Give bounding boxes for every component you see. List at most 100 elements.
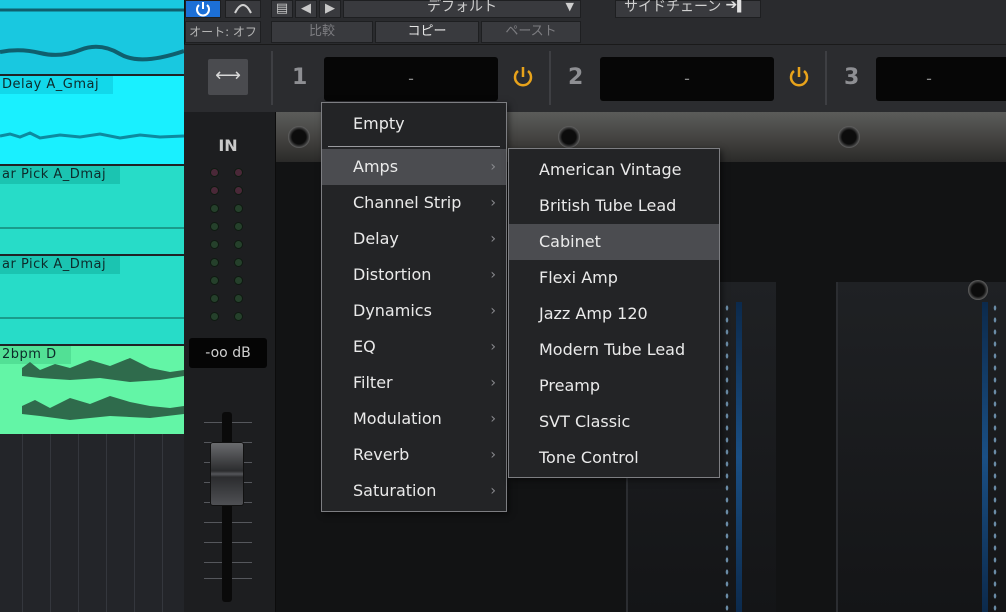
meter-led: [234, 294, 243, 303]
submenu-item-preamp[interactable]: Preamp: [509, 368, 719, 404]
routing-button[interactable]: [225, 0, 261, 18]
input-label: IN: [218, 136, 238, 155]
slot-2-power-icon[interactable]: [786, 64, 812, 90]
menu-item-channel-strip[interactable]: Channel Strip ›: [322, 185, 506, 221]
meter-led: [234, 276, 243, 285]
audio-clip-delay[interactable]: Delay A_Gmaj: [0, 76, 184, 164]
menu-item-label: Filter: [353, 373, 393, 392]
plugin-toolbar: オート: オフ ▤ ◀ ▶ デフォルト ▼ 比較 コピー ペースト サイドチェー…: [184, 0, 1006, 44]
rack-dots: [724, 302, 730, 612]
chevron-right-icon: ›: [490, 447, 496, 463]
slot-2-selector[interactable]: -: [600, 57, 774, 101]
slot-number: 3: [844, 65, 860, 90]
effect-category-menu: Empty Amps › Channel Strip › Delay › Dis…: [321, 102, 507, 512]
input-fader-track[interactable]: [222, 412, 232, 602]
waveform: [0, 317, 184, 319]
audio-clip-top[interactable]: [0, 0, 184, 74]
track-lanes: Delay A_Gmaj ar Pick A_Dmaj ar Pick A_Dm…: [0, 0, 184, 612]
waveform: [22, 358, 184, 420]
triangle-right-icon: ▶: [325, 1, 335, 16]
menu-item-empty[interactable]: Empty: [322, 106, 506, 142]
submenu-item-flexi-amp[interactable]: Flexi Amp: [509, 260, 719, 296]
screw: [288, 126, 310, 148]
menu-item-delay[interactable]: Delay ›: [322, 221, 506, 257]
menu-item-filter[interactable]: Filter ›: [322, 365, 506, 401]
automation-toggle[interactable]: オート: オフ: [185, 21, 261, 43]
menu-separator: [328, 146, 500, 147]
chevron-right-icon: ›: [490, 159, 496, 175]
menu-item-label: Amps: [353, 157, 399, 176]
expand-button[interactable]: ⟷: [208, 59, 248, 95]
amps-submenu: American Vintage British Tube Lead Cabin…: [508, 148, 720, 478]
slot-1-selector[interactable]: -: [324, 57, 498, 101]
submenu-item-british-tube-lead[interactable]: British Tube Lead: [509, 188, 719, 224]
submenu-item-jazz-amp-120[interactable]: Jazz Amp 120: [509, 296, 719, 332]
waveform: [0, 227, 184, 229]
screw: [558, 126, 580, 148]
menu-item-eq[interactable]: EQ ›: [322, 329, 506, 365]
sidechain-label: サイドチェーン: [624, 0, 722, 15]
meter-led: [210, 204, 219, 213]
preset-name: デフォルト: [427, 0, 497, 15]
audio-clip-guitar-2[interactable]: ar Pick A_Dmaj: [0, 256, 184, 344]
meter-led: [210, 258, 219, 267]
menu-item-label: EQ: [353, 337, 376, 356]
meter-led: [210, 186, 219, 195]
menu-item-label: Delay: [353, 229, 399, 248]
empty-track-area[interactable]: [0, 434, 184, 612]
chevron-right-icon: ›: [490, 339, 496, 355]
divider: [825, 51, 827, 105]
expand-icon: ⟷: [215, 65, 241, 86]
meter-led: [210, 294, 219, 303]
menu-item-reverb[interactable]: Reverb ›: [322, 437, 506, 473]
menu-item-label: Saturation: [353, 481, 437, 500]
input-strip: IN -oo dB: [184, 112, 276, 612]
preset-list-button[interactable]: ▤: [271, 0, 293, 18]
meter-led: [210, 276, 219, 285]
meter-led: [234, 222, 243, 231]
menu-item-label: Distortion: [353, 265, 432, 284]
input-level-readout: -oo dB: [189, 338, 267, 368]
meter-led: [210, 222, 219, 231]
chevron-right-icon: ›: [490, 483, 496, 499]
audio-clip-green[interactable]: 2bpm D: [0, 346, 184, 434]
copy-button[interactable]: コピー: [375, 21, 479, 43]
next-preset-button[interactable]: ▶: [319, 0, 341, 18]
menu-item-label: Channel Strip: [353, 193, 462, 212]
chevron-down-icon: ▼: [565, 0, 574, 13]
menu-item-saturation[interactable]: Saturation ›: [322, 473, 506, 509]
slot-3-selector[interactable]: -: [876, 57, 1006, 101]
preset-dropdown[interactable]: デフォルト ▼: [343, 0, 581, 18]
effect-slots-bar: ⟷ 1 - 2 - 3 -: [184, 44, 1006, 112]
meter-led: [234, 312, 243, 321]
submenu-item-american-vintage[interactable]: American Vintage: [509, 152, 719, 188]
slot-1-power-icon[interactable]: [510, 64, 536, 90]
chevron-right-icon: ›: [490, 267, 496, 283]
meter-led: [234, 258, 243, 267]
amp-module: [836, 282, 1006, 612]
submenu-item-tone-control[interactable]: Tone Control: [509, 440, 719, 476]
submenu-item-modern-tube-lead[interactable]: Modern Tube Lead: [509, 332, 719, 368]
menu-item-dynamics[interactable]: Dynamics ›: [322, 293, 506, 329]
submenu-item-cabinet[interactable]: Cabinet: [509, 224, 719, 260]
menu-item-label: Dynamics: [353, 301, 432, 320]
chevron-right-icon: ›: [490, 231, 496, 247]
paste-button[interactable]: ペースト: [481, 21, 581, 43]
menu-item-distortion[interactable]: Distortion ›: [322, 257, 506, 293]
menu-item-modulation[interactable]: Modulation ›: [322, 401, 506, 437]
screw: [968, 280, 988, 300]
prev-preset-button[interactable]: ◀: [295, 0, 317, 18]
chevron-right-icon: ›: [490, 303, 496, 319]
sidechain-button[interactable]: サイドチェーン ➔▍: [615, 0, 761, 18]
submenu-item-svt-classic[interactable]: SVT Classic: [509, 404, 719, 440]
screw: [838, 126, 860, 148]
rack-dots: [992, 302, 998, 612]
chevron-right-icon: ›: [490, 411, 496, 427]
divider: [549, 51, 551, 105]
audio-clip-guitar-1[interactable]: ar Pick A_Dmaj: [0, 166, 184, 254]
power-button[interactable]: [185, 0, 221, 18]
list-icon: ▤: [275, 1, 289, 16]
menu-item-amps[interactable]: Amps ›: [322, 149, 506, 185]
compare-button[interactable]: 比較: [271, 21, 373, 43]
input-fader-handle[interactable]: [210, 442, 244, 506]
